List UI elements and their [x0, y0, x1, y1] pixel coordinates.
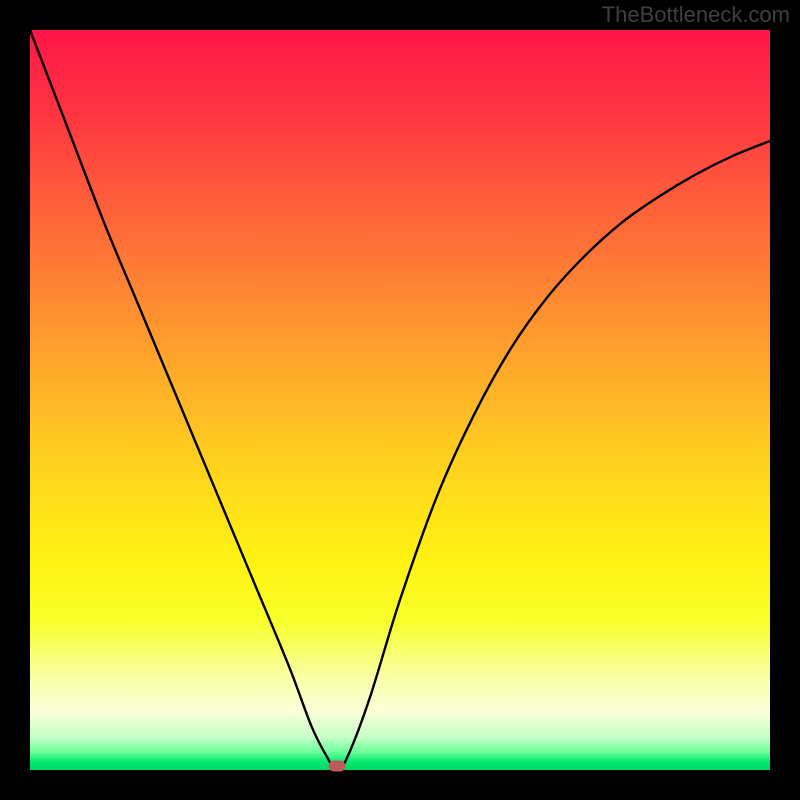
heat-gradient [30, 30, 770, 770]
plot-area [30, 30, 770, 770]
chart-frame: TheBottleneck.com [0, 0, 800, 800]
min-point-marker [329, 761, 346, 772]
watermark-text: TheBottleneck.com [602, 2, 790, 28]
